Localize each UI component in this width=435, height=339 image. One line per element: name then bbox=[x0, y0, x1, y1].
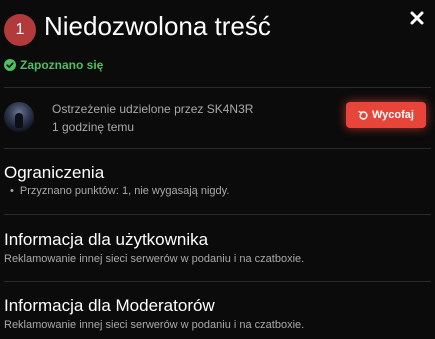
moderator-info-title: Informacja dla Moderatorów bbox=[4, 296, 215, 315]
check-circle-icon bbox=[4, 59, 16, 71]
divider bbox=[4, 148, 431, 149]
divider bbox=[4, 87, 431, 88]
restriction-item: Przyznano punktów: 1, nie wygasają nigdy… bbox=[10, 185, 230, 197]
warning-time: 1 godzinę temu bbox=[52, 120, 135, 134]
dialog-title: Niedozwolona treść bbox=[44, 11, 271, 41]
revoke-label: Wycofaj bbox=[372, 109, 414, 121]
dialog-header: 1 Niedozwolona treść bbox=[4, 8, 431, 48]
undo-icon bbox=[358, 110, 368, 120]
warning-details: Ostrzeżenie udzielone przez SK4N3R 1 god… bbox=[4, 98, 431, 138]
user-info-text: Reklamowanie innej sieci serwerów w poda… bbox=[4, 253, 305, 265]
moderator-avatar[interactable] bbox=[4, 102, 34, 132]
revoke-button[interactable]: Wycofaj bbox=[346, 102, 426, 128]
divider bbox=[4, 214, 431, 215]
user-info-title: Informacja dla użytkownika bbox=[4, 230, 209, 249]
moderator-info-text: Reklamowanie innej sieci serwerów w poda… bbox=[4, 319, 305, 331]
close-button[interactable] bbox=[407, 8, 427, 28]
warning-issued-by: Ostrzeżenie udzielone przez SK4N3R bbox=[52, 102, 254, 116]
acknowledged-status: Zapoznano się bbox=[4, 58, 103, 72]
close-icon bbox=[410, 11, 424, 25]
acknowledged-label: Zapoznano się bbox=[20, 58, 104, 72]
restrictions-title: Ograniczenia bbox=[4, 163, 105, 182]
divider bbox=[4, 281, 431, 282]
warning-count-badge: 1 bbox=[4, 14, 36, 46]
